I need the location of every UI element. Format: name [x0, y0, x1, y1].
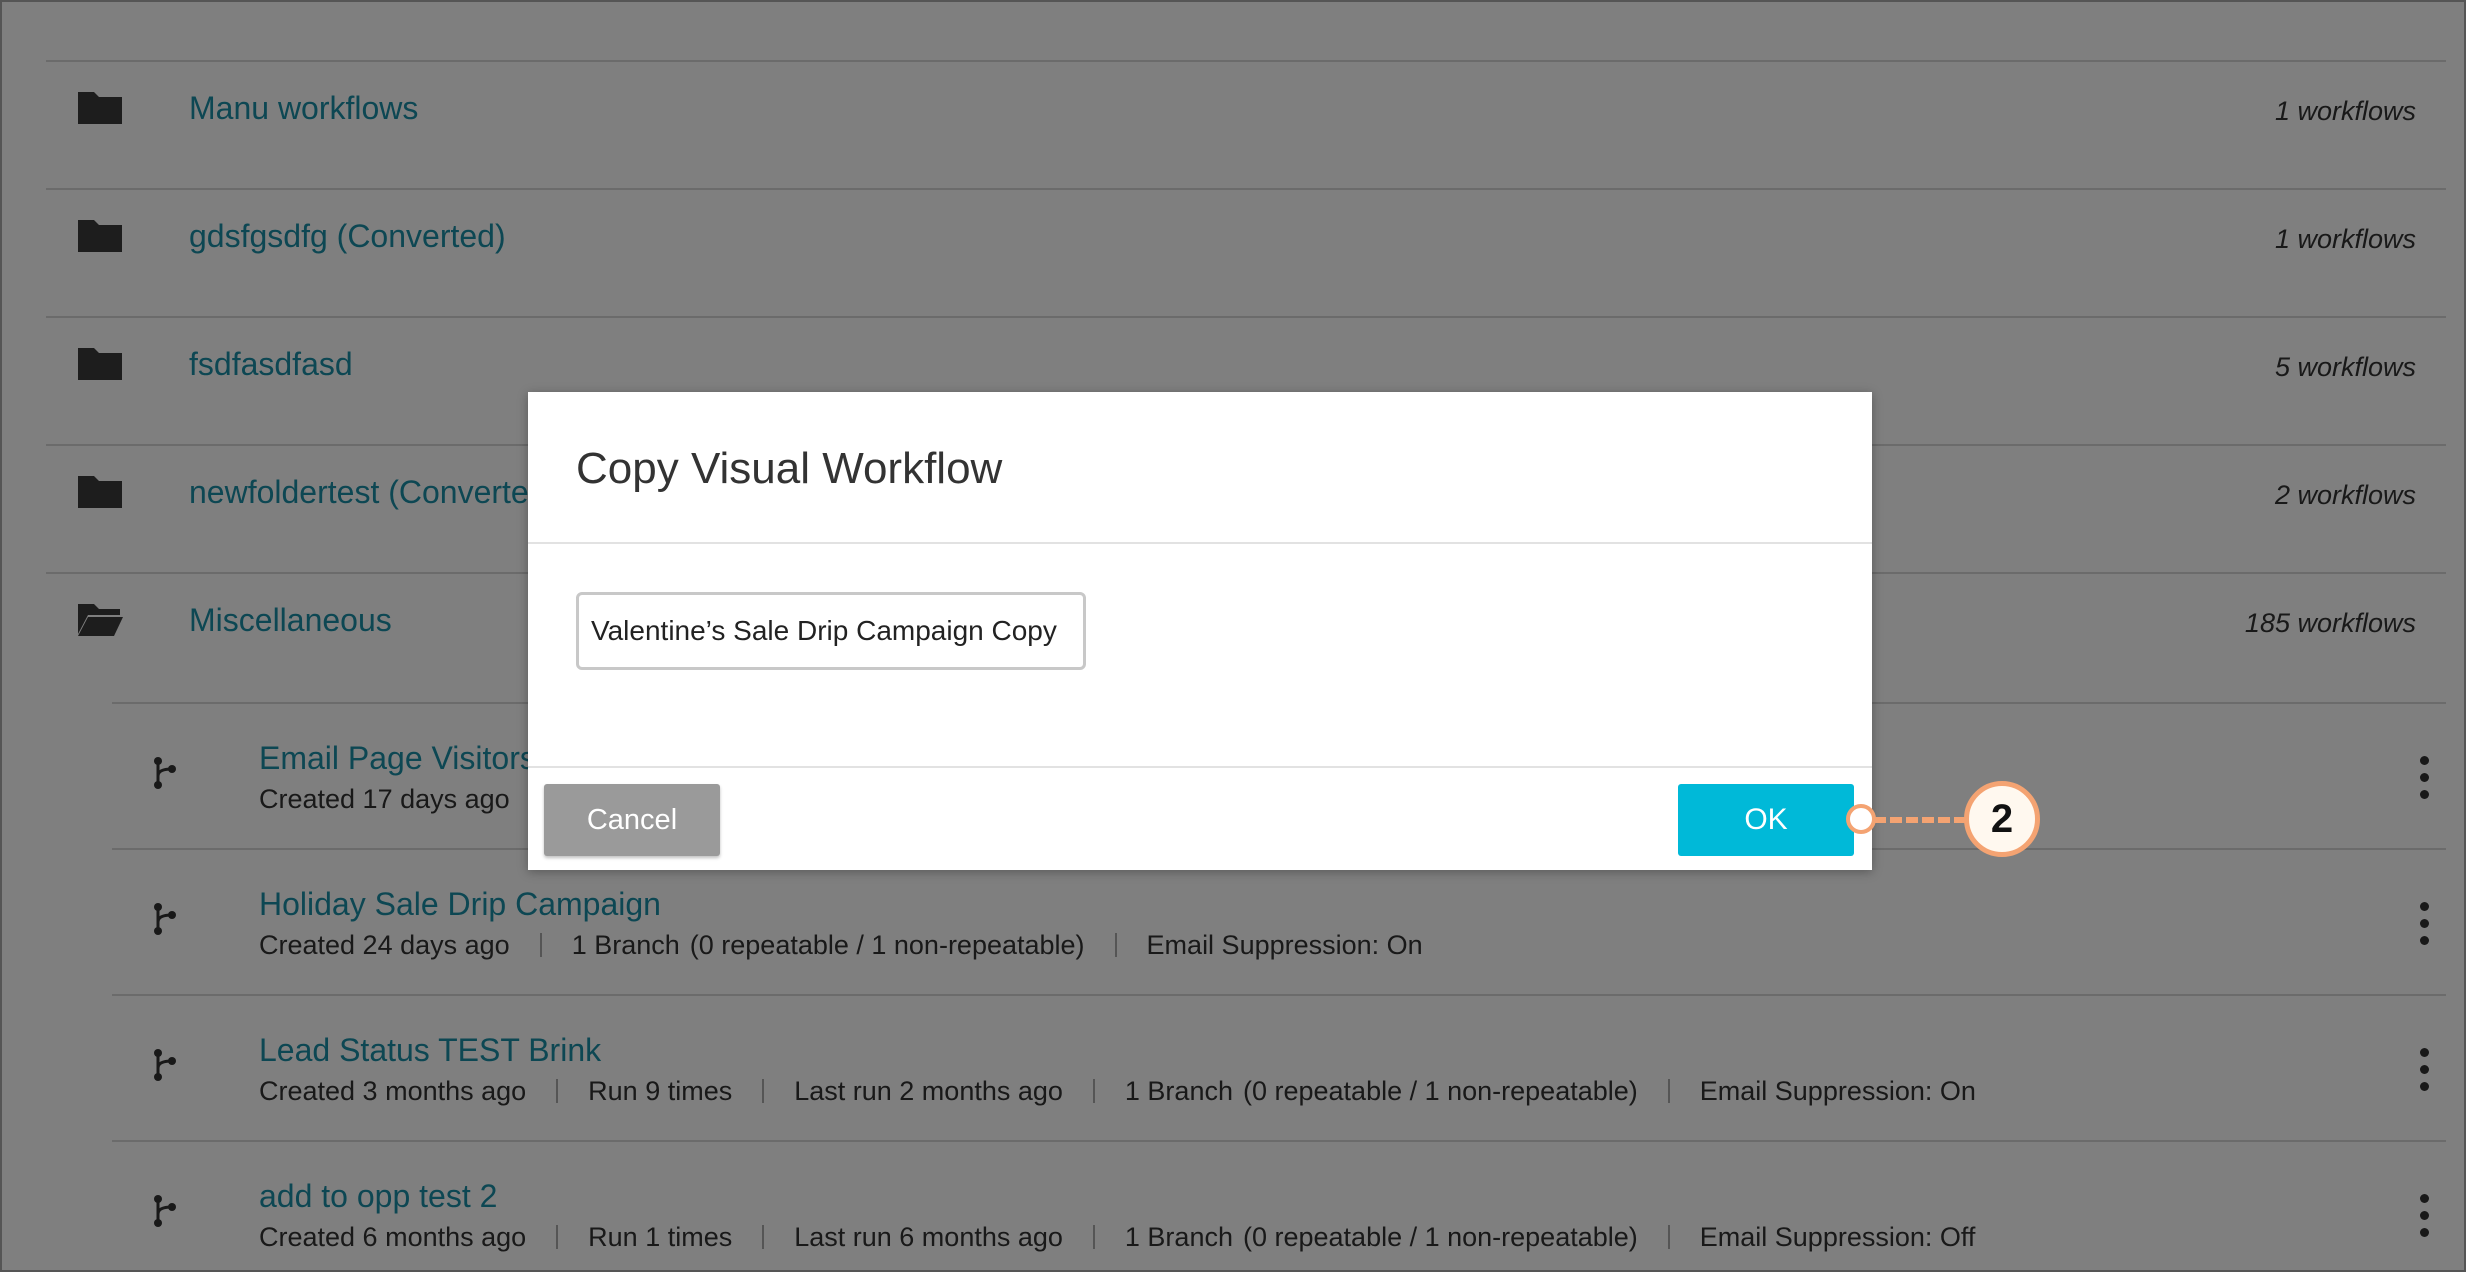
- callout-step-badge: 2: [1964, 781, 2040, 857]
- dialog-title: Copy Visual Workflow: [576, 444, 1003, 493]
- callout-connector: [1874, 817, 1966, 823]
- ok-button[interactable]: OK: [1678, 784, 1854, 856]
- page: Manu workflows 1 workflows gdsfgsdfg (Co…: [0, 0, 2466, 1272]
- cancel-button[interactable]: Cancel: [544, 784, 720, 856]
- dialog-header: Copy Visual Workflow: [528, 392, 1872, 544]
- callout-anchor-dot: [1846, 804, 1876, 834]
- copy-workflow-dialog: Copy Visual Workflow Cancel OK: [528, 392, 1872, 870]
- dialog-footer: Cancel OK: [528, 766, 1872, 870]
- workflow-name-input[interactable]: [576, 592, 1086, 670]
